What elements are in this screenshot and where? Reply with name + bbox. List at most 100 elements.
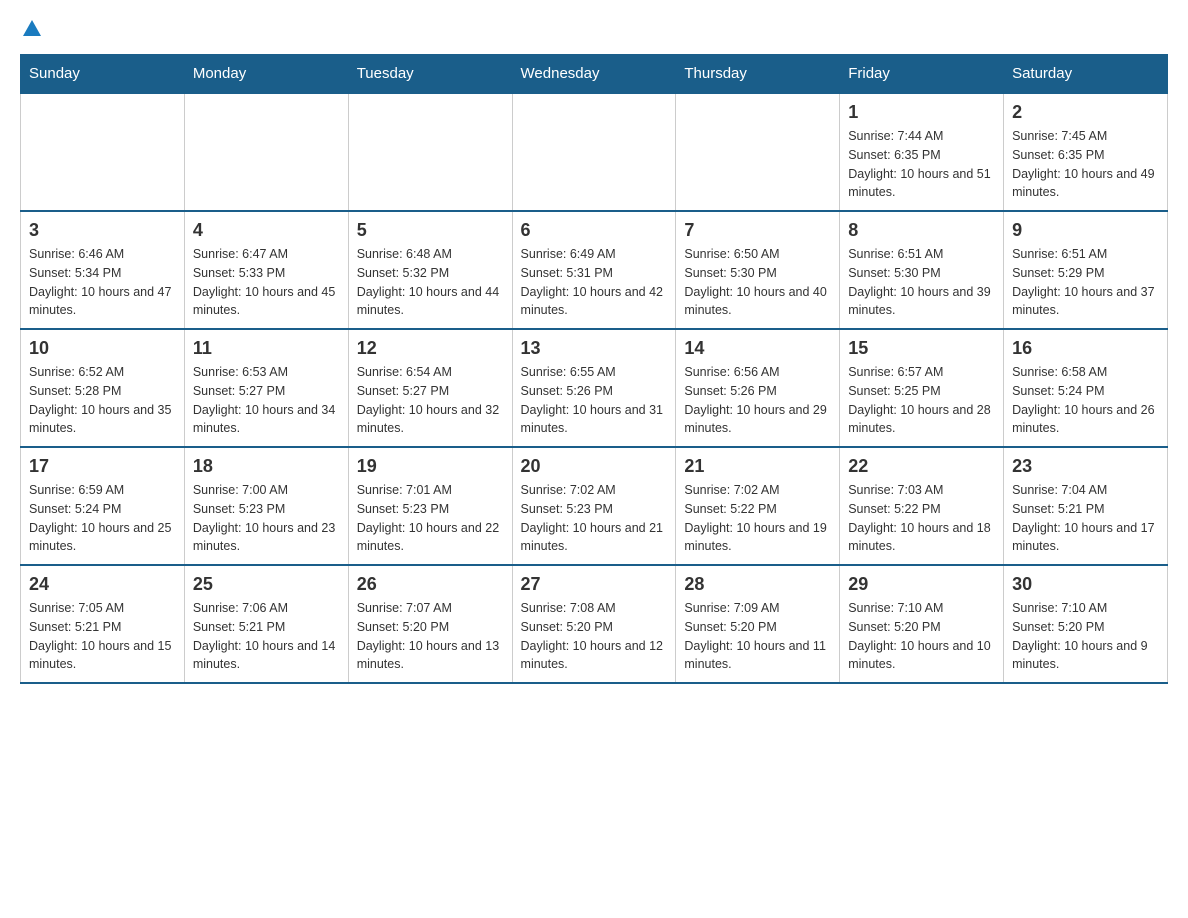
day-number: 7	[684, 220, 831, 241]
calendar-day: 1 Sunrise: 7:44 AMSunset: 6:35 PMDaylight…	[840, 93, 1004, 211]
col-thursday: Thursday	[676, 55, 840, 94]
day-info: Sunrise: 7:02 AMSunset: 5:23 PMDaylight:…	[521, 483, 663, 553]
day-number: 15	[848, 338, 995, 359]
calendar-day	[676, 93, 840, 211]
day-info: Sunrise: 6:58 AMSunset: 5:24 PMDaylight:…	[1012, 365, 1154, 435]
col-wednesday: Wednesday	[512, 55, 676, 94]
calendar-day	[512, 93, 676, 211]
calendar-day: 14 Sunrise: 6:56 AMSunset: 5:26 PMDayligh…	[676, 329, 840, 447]
calendar-day: 7 Sunrise: 6:50 AMSunset: 5:30 PMDaylight…	[676, 211, 840, 329]
day-number: 28	[684, 574, 831, 595]
day-info: Sunrise: 6:55 AMSunset: 5:26 PMDaylight:…	[521, 365, 663, 435]
calendar-day: 11 Sunrise: 6:53 AMSunset: 5:27 PMDayligh…	[184, 329, 348, 447]
calendar-day	[184, 93, 348, 211]
calendar-day: 22Sunrise: 7:03 AMSunset: 5:22 PMDayligh…	[840, 447, 1004, 565]
day-info: Sunrise: 7:03 AMSunset: 5:22 PMDaylight:…	[848, 483, 990, 553]
day-info: Sunrise: 6:46 AMSunset: 5:34 PMDaylight:…	[29, 247, 171, 317]
day-info: Sunrise: 7:04 AMSunset: 5:21 PMDaylight:…	[1012, 483, 1154, 553]
day-number: 14	[684, 338, 831, 359]
day-number: 12	[357, 338, 504, 359]
day-info: Sunrise: 7:10 AMSunset: 5:20 PMDaylight:…	[848, 601, 990, 671]
day-number: 3	[29, 220, 176, 241]
day-info: Sunrise: 6:52 AMSunset: 5:28 PMDaylight:…	[29, 365, 171, 435]
calendar-week-5: 24Sunrise: 7:05 AMSunset: 5:21 PMDayligh…	[21, 565, 1168, 683]
col-sunday: Sunday	[21, 55, 185, 94]
logo-triangle-icon	[20, 20, 41, 38]
day-number: 24	[29, 574, 176, 595]
day-number: 17	[29, 456, 176, 477]
day-number: 19	[357, 456, 504, 477]
day-info: Sunrise: 7:08 AMSunset: 5:20 PMDaylight:…	[521, 601, 663, 671]
day-number: 20	[521, 456, 668, 477]
day-number: 8	[848, 220, 995, 241]
day-number: 29	[848, 574, 995, 595]
day-number: 4	[193, 220, 340, 241]
calendar-day: 24Sunrise: 7:05 AMSunset: 5:21 PMDayligh…	[21, 565, 185, 683]
calendar-day: 9 Sunrise: 6:51 AMSunset: 5:29 PMDaylight…	[1004, 211, 1168, 329]
day-number: 25	[193, 574, 340, 595]
day-number: 26	[357, 574, 504, 595]
day-info: Sunrise: 6:56 AMSunset: 5:26 PMDaylight:…	[684, 365, 826, 435]
day-number: 23	[1012, 456, 1159, 477]
calendar-day: 20 Sunrise: 7:02 AMSunset: 5:23 PMDayligh…	[512, 447, 676, 565]
calendar-day	[21, 93, 185, 211]
col-saturday: Saturday	[1004, 55, 1168, 94]
calendar-day: 26 Sunrise: 7:07 AMSunset: 5:20 PMDayligh…	[348, 565, 512, 683]
calendar-day: 30 Sunrise: 7:10 AMSunset: 5:20 PMDayligh…	[1004, 565, 1168, 683]
calendar-day: 19 Sunrise: 7:01 AMSunset: 5:23 PMDayligh…	[348, 447, 512, 565]
calendar-week-3: 10 Sunrise: 6:52 AMSunset: 5:28 PMDayligh…	[21, 329, 1168, 447]
day-number: 16	[1012, 338, 1159, 359]
calendar-day: 4 Sunrise: 6:47 AMSunset: 5:33 PMDaylight…	[184, 211, 348, 329]
day-number: 5	[357, 220, 504, 241]
day-info: Sunrise: 7:01 AMSunset: 5:23 PMDaylight:…	[357, 483, 499, 553]
calendar-day: 8 Sunrise: 6:51 AMSunset: 5:30 PMDaylight…	[840, 211, 1004, 329]
calendar-week-2: 3 Sunrise: 6:46 AMSunset: 5:34 PMDaylight…	[21, 211, 1168, 329]
calendar-day: 28Sunrise: 7:09 AMSunset: 5:20 PMDayligh…	[676, 565, 840, 683]
day-info: Sunrise: 7:00 AMSunset: 5:23 PMDaylight:…	[193, 483, 335, 553]
day-info: Sunrise: 6:53 AMSunset: 5:27 PMDaylight:…	[193, 365, 335, 435]
calendar-day: 21Sunrise: 7:02 AMSunset: 5:22 PMDayligh…	[676, 447, 840, 565]
day-number: 30	[1012, 574, 1159, 595]
day-info: Sunrise: 7:44 AMSunset: 6:35 PMDaylight:…	[848, 129, 990, 199]
day-number: 13	[521, 338, 668, 359]
calendar-day: 6Sunrise: 6:49 AMSunset: 5:31 PMDaylight…	[512, 211, 676, 329]
day-info: Sunrise: 7:07 AMSunset: 5:20 PMDaylight:…	[357, 601, 499, 671]
day-info: Sunrise: 6:51 AMSunset: 5:29 PMDaylight:…	[1012, 247, 1154, 317]
day-number: 27	[521, 574, 668, 595]
day-number: 1	[848, 102, 995, 123]
calendar-day: 23 Sunrise: 7:04 AMSunset: 5:21 PMDayligh…	[1004, 447, 1168, 565]
day-info: Sunrise: 7:45 AMSunset: 6:35 PMDaylight:…	[1012, 129, 1154, 199]
col-friday: Friday	[840, 55, 1004, 94]
day-info: Sunrise: 6:59 AMSunset: 5:24 PMDaylight:…	[29, 483, 171, 553]
day-number: 18	[193, 456, 340, 477]
calendar-day: 2 Sunrise: 7:45 AMSunset: 6:35 PMDaylight…	[1004, 93, 1168, 211]
calendar-day: 16 Sunrise: 6:58 AMSunset: 5:24 PMDayligh…	[1004, 329, 1168, 447]
page-header	[20, 20, 1168, 38]
calendar-day: 27 Sunrise: 7:08 AMSunset: 5:20 PMDayligh…	[512, 565, 676, 683]
day-info: Sunrise: 6:57 AMSunset: 5:25 PMDaylight:…	[848, 365, 990, 435]
calendar-day: 18 Sunrise: 7:00 AMSunset: 5:23 PMDayligh…	[184, 447, 348, 565]
calendar-table: Sunday Monday Tuesday Wednesday Thursday…	[20, 54, 1168, 684]
day-info: Sunrise: 7:02 AMSunset: 5:22 PMDaylight:…	[684, 483, 826, 553]
day-number: 9	[1012, 220, 1159, 241]
calendar-week-4: 17 Sunrise: 6:59 AMSunset: 5:24 PMDayligh…	[21, 447, 1168, 565]
day-number: 11	[193, 338, 340, 359]
col-monday: Monday	[184, 55, 348, 94]
day-number: 2	[1012, 102, 1159, 123]
day-info: Sunrise: 6:47 AMSunset: 5:33 PMDaylight:…	[193, 247, 335, 317]
calendar-day: 17 Sunrise: 6:59 AMSunset: 5:24 PMDayligh…	[21, 447, 185, 565]
calendar-day: 12Sunrise: 6:54 AMSunset: 5:27 PMDayligh…	[348, 329, 512, 447]
calendar-week-1: 1 Sunrise: 7:44 AMSunset: 6:35 PMDaylight…	[21, 93, 1168, 211]
calendar-day	[348, 93, 512, 211]
calendar-header-row: Sunday Monday Tuesday Wednesday Thursday…	[21, 55, 1168, 94]
day-info: Sunrise: 7:10 AMSunset: 5:20 PMDaylight:…	[1012, 601, 1148, 671]
calendar-day: 5 Sunrise: 6:48 AMSunset: 5:32 PMDaylight…	[348, 211, 512, 329]
day-info: Sunrise: 6:51 AMSunset: 5:30 PMDaylight:…	[848, 247, 990, 317]
col-tuesday: Tuesday	[348, 55, 512, 94]
calendar-day: 13 Sunrise: 6:55 AMSunset: 5:26 PMDayligh…	[512, 329, 676, 447]
day-number: 10	[29, 338, 176, 359]
day-info: Sunrise: 6:48 AMSunset: 5:32 PMDaylight:…	[357, 247, 499, 317]
day-info: Sunrise: 6:49 AMSunset: 5:31 PMDaylight:…	[521, 247, 663, 317]
day-info: Sunrise: 6:50 AMSunset: 5:30 PMDaylight:…	[684, 247, 826, 317]
calendar-day: 10 Sunrise: 6:52 AMSunset: 5:28 PMDayligh…	[21, 329, 185, 447]
